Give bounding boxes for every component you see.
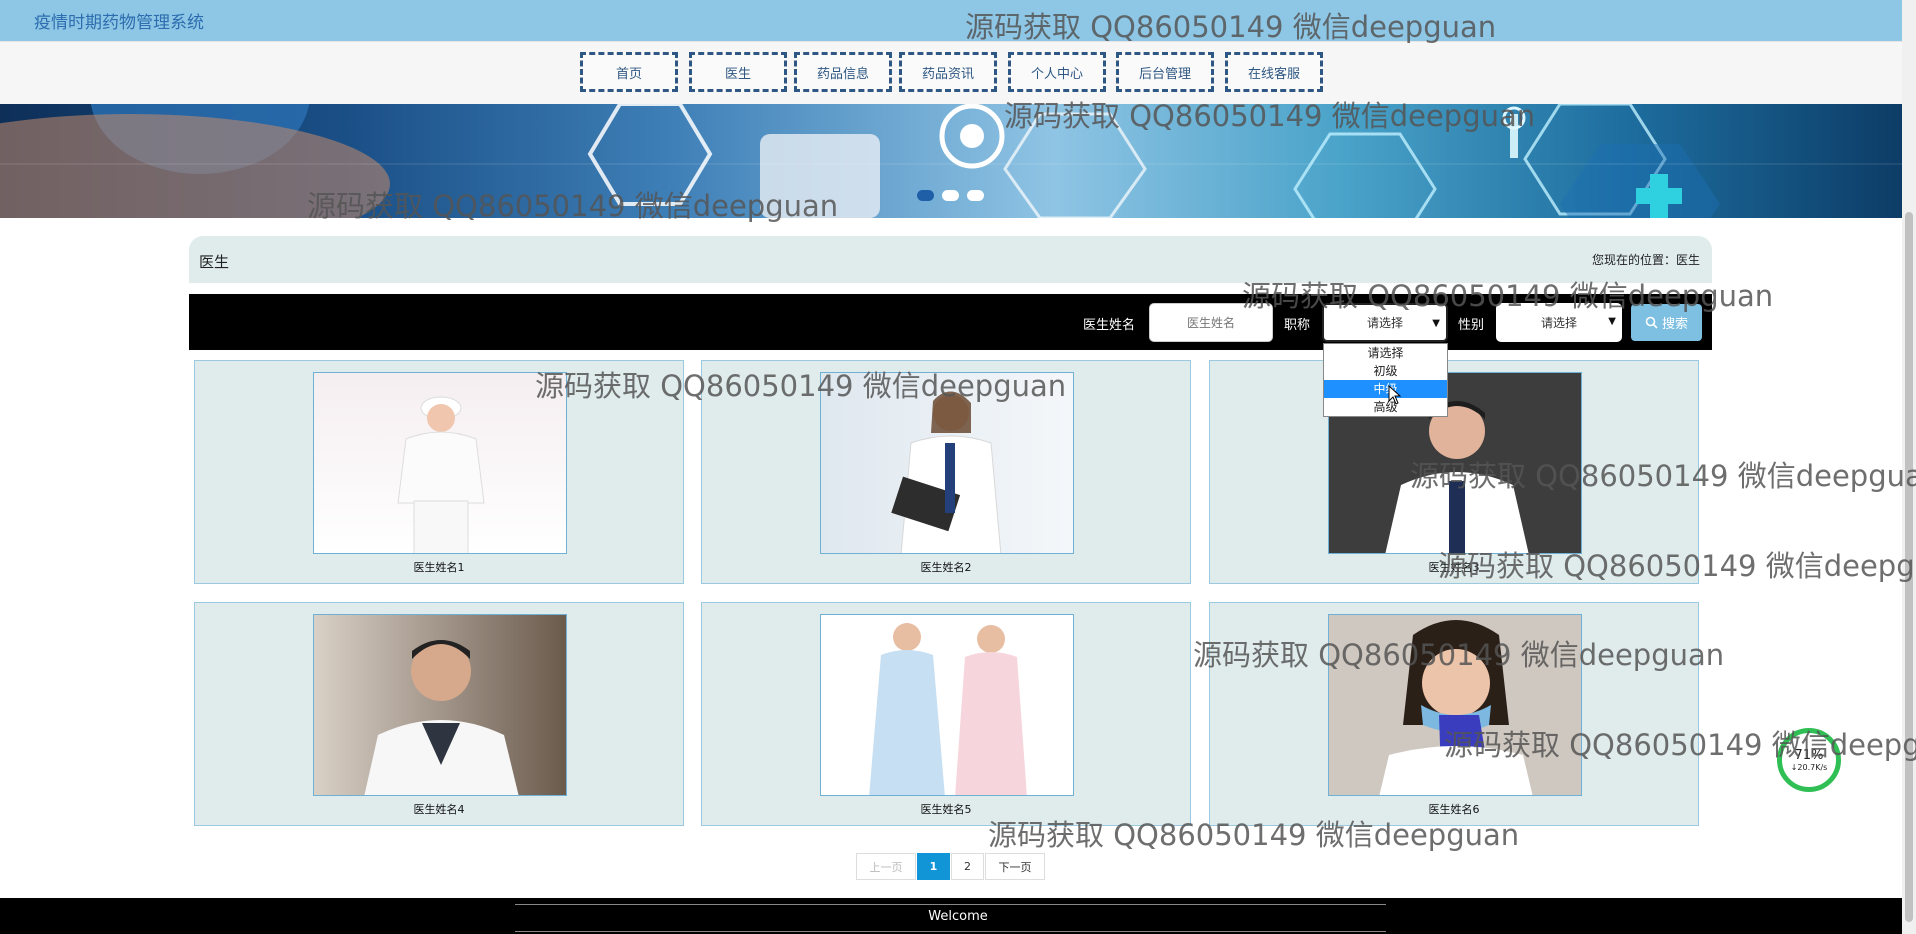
gender-select-value: 请选择	[1540, 316, 1577, 330]
doctor-photo[interactable]	[313, 372, 567, 554]
doctor-photo[interactable]	[313, 614, 567, 796]
title-label: 职称	[1284, 318, 1311, 333]
doctor-with-mask-photo	[1379, 620, 1533, 795]
banner-dot-2[interactable]	[942, 190, 959, 201]
search-icon	[1645, 316, 1658, 329]
doctor-name: 医生姓名5	[920, 803, 972, 816]
nav-item-profile[interactable]: 个人中心	[1008, 52, 1106, 92]
two-nurses-photo	[869, 623, 1027, 795]
doctor-card[interactable]: 医生姓名1	[194, 360, 684, 584]
network-percent: 71%	[1794, 748, 1824, 763]
next-page-button[interactable]: 下一页	[985, 853, 1045, 880]
scrollbar-thumb[interactable]	[1905, 212, 1913, 922]
page-scrollbar[interactable]	[1902, 0, 1916, 934]
nav-item-drug-info[interactable]: 药品信息	[794, 52, 892, 92]
male-doctor-photo	[364, 640, 519, 795]
chevron-down-icon: ▼	[1608, 316, 1616, 327]
doctor-name-input[interactable]	[1149, 303, 1273, 342]
nurse-photo	[397, 396, 485, 553]
page-title: 医生	[199, 253, 230, 271]
top-bar: 疫情时期药物管理系统	[0, 0, 1916, 41]
nav-item-admin[interactable]: 后台管理	[1116, 52, 1214, 92]
main-nav: 首页 医生 药品信息 药品资讯 个人中心 后台管理 在线客服	[0, 41, 1916, 104]
page-2-button[interactable]: 2	[951, 853, 984, 880]
nav-item-doctors[interactable]: 医生	[689, 52, 787, 92]
gender-select[interactable]: 请选择 ▼	[1496, 303, 1622, 342]
nav-item-support[interactable]: 在线客服	[1225, 52, 1323, 92]
breadcrumb-bar: 医生 您现在的位置：医生	[189, 236, 1712, 283]
page-1-button[interactable]: 1	[917, 853, 950, 880]
prev-page-button[interactable]: 上一页	[856, 853, 916, 880]
doctor-name: 医生姓名6	[1428, 803, 1480, 816]
footer-divider	[515, 931, 1386, 932]
search-button[interactable]: 搜索	[1631, 304, 1702, 341]
doctor-card[interactable]: 医生姓名6	[1209, 602, 1699, 826]
nav-item-drug-news[interactable]: 药品资讯	[899, 52, 997, 92]
dropdown-option-highlighted[interactable]: 中级	[1324, 380, 1447, 398]
doctor-photo[interactable]	[820, 614, 1074, 796]
title-dropdown-list: 请选择 初级 中级 高级	[1323, 343, 1448, 417]
dropdown-option[interactable]: 高级	[1324, 398, 1447, 416]
footer-text: Welcome	[928, 909, 988, 924]
doctor-name-label: 医生姓名	[1083, 318, 1136, 333]
doctor-name: 医生姓名2	[920, 561, 972, 574]
title-select[interactable]: 请选择 ▼	[1322, 303, 1448, 342]
dropdown-option[interactable]: 初级	[1324, 362, 1447, 380]
banner-dot-1[interactable]	[917, 190, 934, 201]
footer: Welcome	[0, 898, 1916, 934]
chevron-down-icon: ▼	[1432, 318, 1440, 329]
banner-dot-3[interactable]	[967, 190, 984, 201]
network-speed: ↓20.7K/s	[1790, 763, 1828, 772]
network-speed-widget[interactable]: 71% ↓20.7K/s	[1777, 728, 1841, 792]
dropdown-option[interactable]: 请选择	[1324, 344, 1447, 362]
doctor-name: 医生姓名1	[413, 561, 465, 574]
gender-label: 性别	[1458, 318, 1485, 333]
doctor-name: 医生姓名3	[1428, 561, 1480, 574]
doctor-card[interactable]: 医生姓名3	[1209, 360, 1699, 584]
mouse-cursor-icon	[1388, 385, 1402, 405]
search-bar: 医生姓名 职称 请选择 ▼ 性别 请选择 ▼ 搜索	[189, 294, 1712, 350]
title-select-value: 请选择	[1366, 316, 1403, 330]
banner-pager	[917, 190, 984, 201]
doctor-card[interactable]: 医生姓名5	[701, 602, 1191, 826]
doctor-photo[interactable]	[820, 372, 1074, 554]
footer-divider	[515, 904, 1386, 905]
doctor-card[interactable]: 医生姓名4	[194, 602, 684, 826]
breadcrumb: 您现在的位置：医生	[1591, 253, 1700, 267]
doctor-card[interactable]: 医生姓名2	[701, 360, 1191, 584]
app-title: 疫情时期药物管理系统	[34, 13, 204, 33]
doctor-with-tablet-photo	[891, 391, 1002, 553]
search-button-label: 搜索	[1661, 317, 1688, 332]
doctor-photo[interactable]	[1328, 614, 1582, 796]
nav-item-home[interactable]: 首页	[580, 52, 678, 92]
doctor-name: 医生姓名4	[413, 803, 465, 816]
